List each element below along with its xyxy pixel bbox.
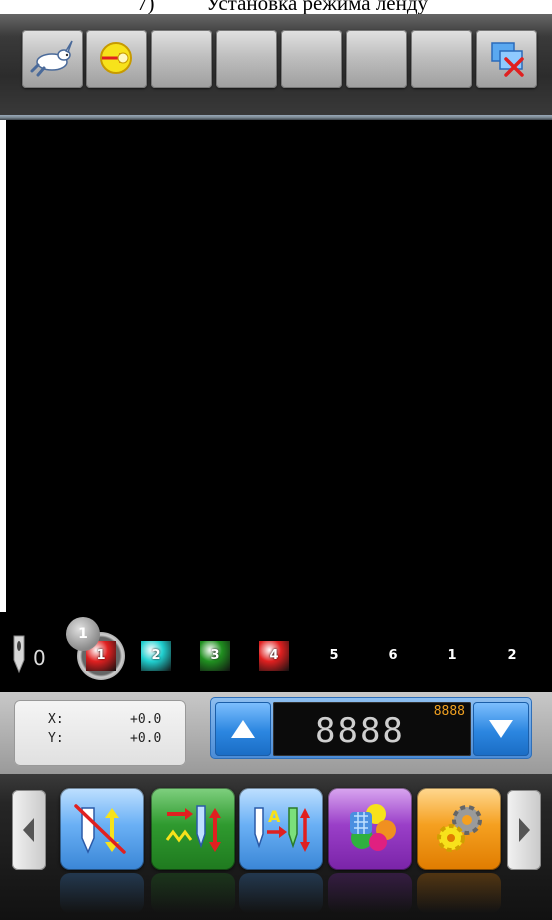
y-label: Y: bbox=[48, 731, 64, 746]
menu-scroll-right-button[interactable] bbox=[507, 790, 541, 870]
page-caption: 7) Установка режима лендy bbox=[0, 0, 552, 14]
toolbar-empty-button-3[interactable] bbox=[281, 30, 342, 88]
x-label: X: bbox=[48, 712, 64, 727]
x-value: +0.0 bbox=[130, 712, 162, 727]
caption-number: 7) bbox=[137, 0, 155, 14]
needle-ball-7[interactable]: 1 bbox=[437, 641, 467, 671]
close-window-button[interactable] bbox=[476, 30, 537, 88]
toolbar-empty-button-1[interactable] bbox=[151, 30, 212, 88]
zigzag-stitch-icon bbox=[165, 805, 221, 852]
chevron-right-icon bbox=[519, 818, 530, 842]
menu-needle-trim-button[interactable] bbox=[60, 788, 144, 870]
needle-ball-4[interactable]: 4 bbox=[259, 641, 289, 671]
chevron-left-icon bbox=[23, 818, 34, 842]
needle-ball-label: 2 bbox=[141, 641, 171, 671]
menu-pattern-colors-button[interactable] bbox=[328, 788, 412, 870]
menu-reflection bbox=[239, 873, 323, 913]
needle-ball-8[interactable]: 2 bbox=[497, 641, 527, 671]
needle-ball-label: 4 bbox=[259, 641, 289, 671]
menu-reflection bbox=[60, 873, 144, 913]
pattern-canvas[interactable] bbox=[6, 120, 552, 692]
needle-ball-label: 2 bbox=[507, 648, 517, 663]
menu-reflection bbox=[417, 873, 501, 913]
menu-zigzag-button[interactable] bbox=[151, 788, 235, 870]
speed-dial-icon bbox=[100, 42, 132, 74]
counter-main-value: 8888 bbox=[315, 711, 405, 751]
svg-text:A: A bbox=[268, 807, 281, 826]
menu-settings-button[interactable] bbox=[417, 788, 501, 870]
arrow-up-icon bbox=[231, 720, 255, 738]
needle-ball-label: 1 bbox=[447, 648, 457, 663]
settings-gears-icon bbox=[437, 805, 482, 852]
counter-small-value: 8888 bbox=[433, 704, 465, 719]
window-close-icon bbox=[491, 42, 524, 77]
needle-no-trim-icon bbox=[74, 804, 126, 854]
needle-ball-label: 6 bbox=[388, 648, 398, 663]
arrow-down-icon bbox=[489, 720, 513, 738]
menu-scroll-left-button[interactable] bbox=[12, 790, 46, 870]
y-value: +0.0 bbox=[130, 731, 162, 746]
current-needle-badge: 1 bbox=[66, 617, 100, 651]
toolbar-empty-button-4[interactable] bbox=[346, 30, 407, 88]
speed-mode-button[interactable] bbox=[22, 30, 83, 88]
needle-ball-3[interactable]: 3 bbox=[200, 641, 230, 671]
toolbar-empty-button-2[interactable] bbox=[216, 30, 277, 88]
coordinate-panel: X: +0.0 Y: +0.0 bbox=[14, 700, 186, 766]
menu-reflection bbox=[328, 873, 412, 913]
caption-text: Установка режима лендy bbox=[206, 0, 429, 14]
counter-up-button[interactable] bbox=[215, 702, 271, 756]
menu-reflection bbox=[151, 873, 235, 913]
counter-display: 8888 8888 bbox=[273, 702, 471, 756]
toolbar-empty-button-5[interactable] bbox=[411, 30, 472, 88]
rabbit-icon bbox=[30, 40, 73, 77]
needle-select-icon: A bbox=[254, 807, 310, 852]
needle-ball-5[interactable]: 5 bbox=[319, 641, 349, 671]
needle-ball-label: 3 bbox=[200, 641, 230, 671]
needle-ball-label: 5 bbox=[329, 648, 339, 663]
needle-ball-2[interactable]: 2 bbox=[141, 641, 171, 671]
needle-icon bbox=[13, 635, 25, 674]
needle-count: 0 bbox=[33, 646, 46, 670]
pattern-colors-icon bbox=[350, 804, 396, 851]
counter-down-button[interactable] bbox=[473, 702, 529, 756]
needle-ball-6[interactable]: 6 bbox=[378, 641, 408, 671]
menu-needle-select-button[interactable]: A bbox=[239, 788, 323, 870]
speed-dial-button[interactable] bbox=[86, 30, 147, 88]
